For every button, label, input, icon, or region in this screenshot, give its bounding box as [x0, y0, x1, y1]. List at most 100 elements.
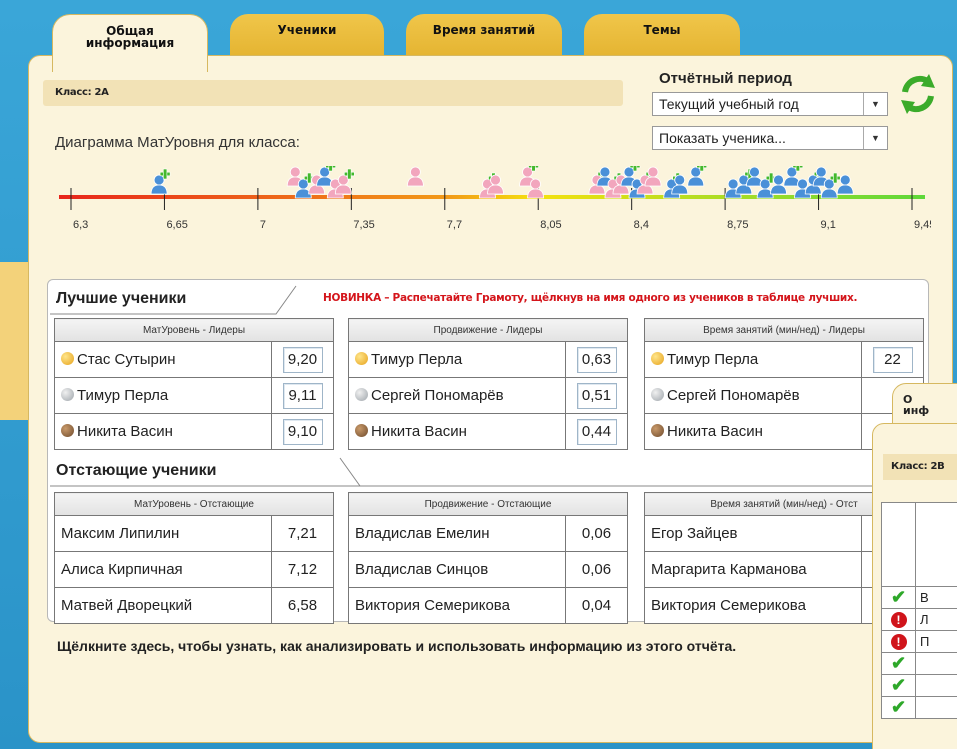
class-label: Класс: 2А	[43, 80, 623, 106]
student-name[interactable]: Тимур Перла	[77, 387, 168, 404]
student-marker	[407, 166, 424, 187]
row-text: П	[915, 630, 957, 653]
student-name: Владислав Синцов	[348, 551, 566, 588]
report-panel: Класс: 2А Отчётный период Текущий учебны…	[28, 55, 953, 743]
bronze-medal-icon	[651, 424, 664, 437]
check-icon: ✔	[881, 586, 916, 609]
tab-general-info[interactable]: Общая информация	[52, 14, 208, 72]
value-cell: 0,44	[576, 418, 617, 445]
table-row[interactable]: Стас Сутырин 9,20	[54, 341, 334, 378]
table-header: МатУровень - Отстающие	[54, 492, 334, 516]
value-cell: 0,51	[576, 382, 617, 409]
table-row[interactable]: Никита Васин 0,44	[348, 413, 628, 450]
table-row: Максим Липилин 7,21	[54, 515, 334, 552]
table-header: МатУровень - Лидеры	[54, 318, 334, 342]
table-row[interactable]: Тимур Перла 0,63	[348, 341, 628, 378]
period-select[interactable]: Текущий учебный год ▼	[652, 92, 888, 116]
student-select[interactable]: Показать ученика... ▼	[652, 126, 888, 150]
silver-medal-icon	[355, 388, 368, 401]
table-header: Время занятий (мин/нед) - Лидеры	[644, 318, 924, 342]
student-marker	[687, 166, 708, 187]
student-name: Виктория Семерикова	[348, 587, 566, 624]
student-name[interactable]: Сергей Пономарёв	[371, 387, 504, 404]
period-select-value: Текущий учебный год	[659, 96, 799, 112]
check-icon: ✔	[881, 696, 916, 719]
leaders-progress-table: Продвижение - Лидеры Тимур Перла 0,63 Сер…	[348, 318, 628, 450]
table-row[interactable]: ! П	[881, 630, 957, 653]
table-row[interactable]: Тимур Перла 9,11	[54, 377, 334, 414]
value-cell: 9,10	[282, 418, 323, 445]
lagging-progress-table: Продвижение - Отстающие Владислав Емелин…	[348, 492, 628, 624]
tab-label: Ученики	[277, 23, 337, 37]
help-link[interactable]: Щёлкните здесь, чтобы узнать, как анализ…	[57, 638, 736, 654]
tick-label: 7,35	[353, 219, 374, 231]
gold-medal-icon	[651, 352, 664, 365]
tick-label: 7,7	[447, 219, 462, 231]
value-cell: 0,63	[576, 346, 617, 373]
value-cell: 7,21	[271, 515, 334, 552]
gold-medal-icon	[61, 352, 74, 365]
tab-label: О инф	[903, 393, 930, 417]
table-row: Матвей Дворецкий 6,58	[54, 587, 334, 624]
table-row: Владислав Емелин 0,06	[348, 515, 628, 552]
warning-icon: !	[881, 608, 916, 631]
student-name[interactable]: Никита Васин	[667, 423, 763, 440]
student-name[interactable]: Тимур Перла	[371, 351, 462, 368]
side-decoration	[0, 262, 30, 420]
value-cell: 9,20	[282, 346, 323, 373]
student-name: Виктория Семерикова	[644, 587, 862, 624]
student-select-value: Показать ученика...	[659, 130, 786, 146]
silver-medal-icon	[61, 388, 74, 401]
student-name: Алиса Кирпичная	[54, 551, 272, 588]
student-name[interactable]: Никита Васин	[371, 423, 467, 440]
tick-label: 8,05	[540, 219, 561, 231]
period-label: Отчётный период	[659, 70, 792, 87]
table-row[interactable]: Сергей Пономарёв 0,51	[348, 377, 628, 414]
tick-label: 9,45	[914, 219, 931, 231]
table-row[interactable]: ✔	[881, 652, 957, 675]
table-row[interactable]: ! Л	[881, 608, 957, 631]
refresh-icon[interactable]	[899, 74, 937, 119]
table-row[interactable]: ✔	[881, 674, 957, 697]
student-name[interactable]: Сергей Пономарёв	[667, 387, 800, 404]
table-row[interactable]: Тимур Перла 22	[644, 341, 924, 378]
tick-label: 6,65	[166, 219, 187, 231]
student-name[interactable]: Тимур Перла	[667, 351, 758, 368]
student-name[interactable]: Никита Васин	[77, 423, 173, 440]
value-cell: 0,06	[565, 515, 628, 552]
chevron-down-icon: ▼	[863, 93, 887, 115]
row-text: В	[915, 586, 957, 609]
check-icon: ✔	[881, 674, 916, 697]
leaders-mathlevel-table: МатУровень - Лидеры Стас Сутырин 9,20 Тим…	[54, 318, 334, 450]
tick-label: 8,75	[727, 219, 748, 231]
table-row[interactable]: ✔ В	[881, 586, 957, 609]
second-report-window[interactable]: О инф Класс: 2В ✔ В ! Л ! П ✔ ✔ ✔	[852, 383, 957, 749]
warning-icon: !	[881, 630, 916, 653]
value-cell: 6,58	[271, 587, 334, 624]
student-markers	[150, 166, 854, 199]
student-name[interactable]: Стас Сутырин	[77, 351, 176, 368]
table-header: Продвижение - Отстающие	[348, 492, 628, 516]
student-name: Максим Липилин	[54, 515, 272, 552]
chevron-down-icon: ▼	[863, 127, 887, 149]
bronze-medal-icon	[355, 424, 368, 437]
table-row: Владислав Синцов 0,06	[348, 551, 628, 588]
value-cell: 7,12	[271, 551, 334, 588]
status-table: ✔ В ! Л ! П ✔ ✔ ✔	[881, 502, 957, 719]
student-marker	[150, 168, 171, 195]
table-row[interactable]: Никита Васин 9,10	[54, 413, 334, 450]
leaders-box: Лучшие ученики НОВИНКА – Распечатайте Гр…	[47, 279, 929, 624]
table-row: Виктория Семерикова 0,04	[348, 587, 628, 624]
silver-medal-icon	[651, 388, 664, 401]
gold-medal-icon	[355, 352, 368, 365]
table-row[interactable]: ✔	[881, 696, 957, 719]
student-name: Матвей Дворецкий	[54, 587, 272, 624]
class-label-2: Класс: 2В	[883, 454, 957, 480]
value-cell: 22	[872, 346, 913, 373]
tick-label: 8,4	[634, 219, 649, 231]
table-header: Продвижение - Лидеры	[348, 318, 628, 342]
student-name: Егор Зайцев	[644, 515, 862, 552]
row-text: Л	[915, 608, 957, 631]
lagging-mathlevel-table: МатУровень - Отстающие Максим Липилин 7,2…	[54, 492, 334, 624]
tick-label: 7	[260, 219, 266, 231]
